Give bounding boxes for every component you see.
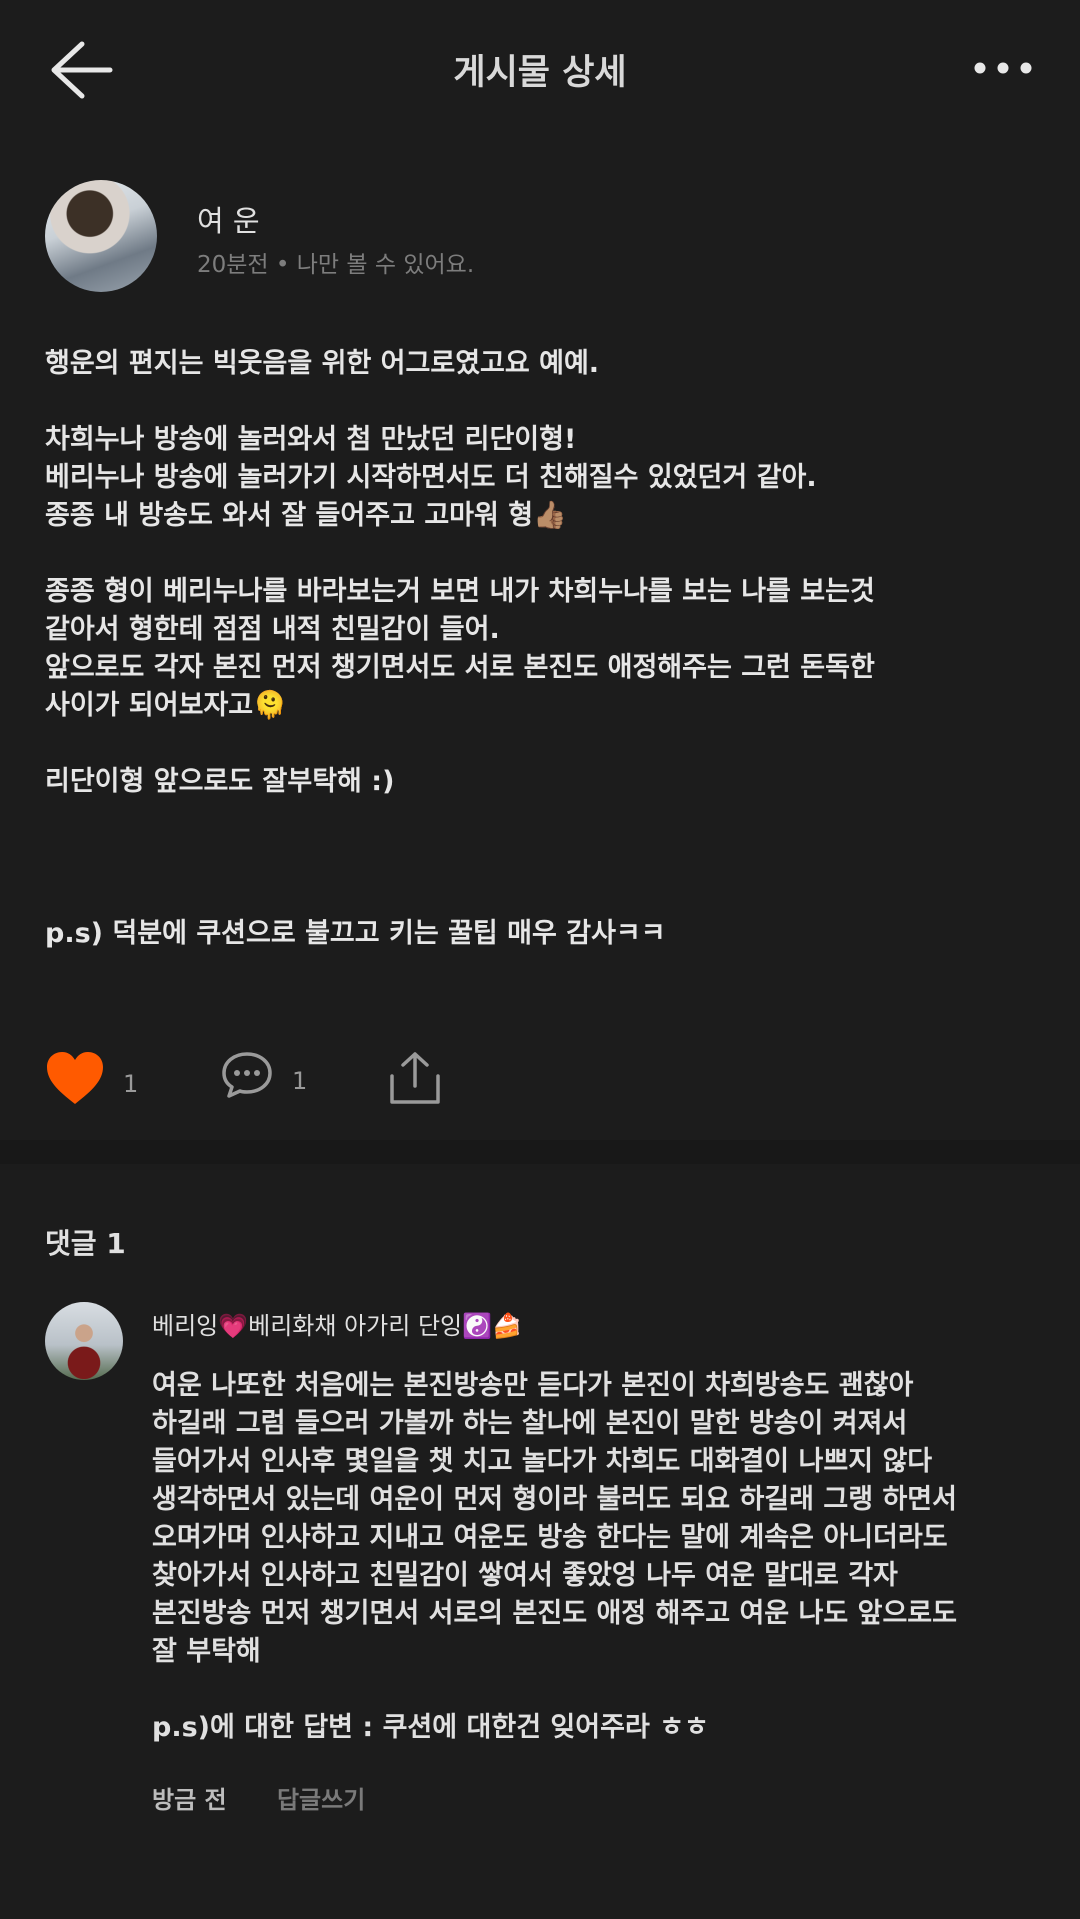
like-button[interactable]: 1 bbox=[45, 1050, 138, 1106]
text-line: 종종 내 방송도 와서 잘 들어주고 고마워 형👍🏽 bbox=[45, 500, 567, 531]
text-line: 같아서 형한테 점점 내적 친밀감이 들어. bbox=[45, 614, 500, 645]
top-bar: 게시물 상세 bbox=[0, 0, 1080, 140]
share-button[interactable] bbox=[387, 1050, 443, 1106]
text-line: 찾아가서 인사하고 친밀감이 쌓여서 좋았엉 나두 여운 말대로 각자 bbox=[152, 1560, 898, 1591]
comment-time: 방금 전 bbox=[152, 1786, 227, 1814]
text-line: 사이가 되어보자고🫠 bbox=[45, 690, 287, 721]
text-line: 하길래 그럼 들으러 가볼까 하는 찰나에 본진이 말한 방송이 켜져서 bbox=[152, 1408, 908, 1439]
text-line: 생각하면서 있는데 여운이 먼저 형이라 불러도 되요 하길래 그랭 하면서 bbox=[152, 1484, 957, 1515]
text-line: 행운의 편지는 빅웃음을 위한 어그로였고요 예예. bbox=[45, 348, 600, 379]
text-line: p.s)에 대한 답변 : 쿠션에 대한건 잊어주라 ㅎㅎ bbox=[152, 1712, 709, 1743]
text-line: 오며가며 인사하고 지내고 여운도 방송 한다는 말에 계속은 아니더라도 bbox=[152, 1522, 948, 1553]
commenter-name[interactable]: 베리잉💗베리화채 아가리 단잉☯️🍰 bbox=[152, 1306, 522, 1341]
text-line: 잘 부탁해 bbox=[152, 1636, 261, 1667]
text-line: 종종 형이 베리누나를 바라보는거 보면 내가 차희누나를 보는 나를 보는것 bbox=[45, 576, 875, 607]
author-name[interactable]: 여 운 bbox=[197, 198, 260, 240]
comment-body: 여운 나또한 처음에는 본진방송만 듣다가 본진이 차희방송도 괜찮아하길래 그… bbox=[152, 1367, 1052, 1747]
comment-footer: 방금 전 답글쓰기 bbox=[152, 1780, 365, 1815]
reply-button[interactable]: 답글쓰기 bbox=[277, 1786, 365, 1814]
comment-count: 1 bbox=[292, 1067, 308, 1095]
text-line: 차희누나 방송에 놀러와서 첨 만났던 리단이형! bbox=[45, 424, 577, 455]
text-line: 들어가서 인사후 몇일을 챗 치고 놀다가 차희도 대화결이 나쁘지 않다 bbox=[152, 1446, 933, 1477]
post-meta: 20분전 • 나만 볼 수 있어요. bbox=[197, 252, 475, 278]
text-line: 리단이형 앞으로도 잘부탁해 :) bbox=[45, 766, 395, 797]
text-line: p.s) 덕분에 쿠션으로 불끄고 키는 꿀팁 매우 감사ㅋㅋ bbox=[45, 918, 666, 949]
heart-icon bbox=[47, 1052, 103, 1104]
share-icon bbox=[390, 1052, 440, 1104]
text-line: 베리누나 방송에 놀러가기 시작하면서도 더 친해질수 있었던거 같아. bbox=[45, 462, 817, 493]
more-horizontal-icon[interactable] bbox=[972, 52, 1034, 84]
text-line: 앞으로도 각자 본진 먼저 챙기면서도 서로 본진도 애정해주는 그런 돈독한 bbox=[45, 652, 875, 683]
post-actions: 1 1 bbox=[45, 1050, 1035, 1110]
like-count: 1 bbox=[123, 1070, 139, 1098]
text-line: 여운 나또한 처음에는 본진방송만 듣다가 본진이 차희방송도 괜찮아 bbox=[152, 1370, 914, 1401]
text-line: 본진방송 먼저 챙기면서 서로의 본진도 애정 해주고 여운 나도 앞으로도 bbox=[152, 1598, 957, 1629]
comment-button[interactable]: 1 bbox=[220, 1050, 307, 1100]
post-body: 행운의 편지는 빅웃음을 위한 어그로였고요 예예. 차희누나 방송에 놀러와서 … bbox=[45, 345, 1035, 953]
post-author: 여 운 20분전 • 나만 볼 수 있어요. bbox=[45, 180, 474, 292]
comments-title: 댓글 1 bbox=[45, 1227, 126, 1260]
comment-icon bbox=[222, 1052, 272, 1098]
author-avatar[interactable] bbox=[45, 180, 157, 292]
section-divider bbox=[0, 1140, 1080, 1164]
page-title: 게시물 상세 bbox=[453, 53, 627, 93]
commenter-avatar[interactable] bbox=[45, 1302, 123, 1380]
